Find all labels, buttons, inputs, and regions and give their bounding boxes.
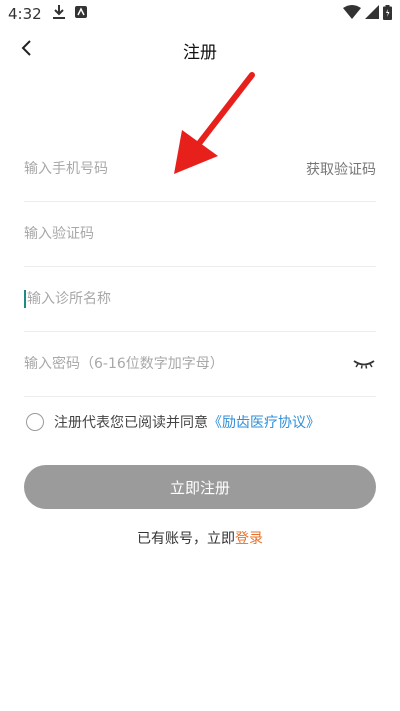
battery-icon — [383, 4, 392, 24]
eye-closed-icon — [353, 355, 375, 374]
signal-icon — [365, 5, 379, 23]
wifi-icon — [343, 5, 361, 23]
password-visibility-toggle[interactable] — [352, 355, 376, 373]
login-prompt: 已有账号，立即 — [137, 531, 235, 547]
phone-input[interactable] — [24, 161, 306, 177]
status-left-icons — [52, 4, 88, 24]
register-button[interactable]: 立即注册 — [24, 465, 376, 509]
code-input[interactable] — [24, 226, 376, 242]
login-link[interactable]: 登录 — [235, 531, 263, 547]
status-bar: 4:32 — [0, 0, 400, 28]
page-title: 注册 — [183, 42, 217, 63]
text-cursor — [24, 290, 26, 308]
get-code-button[interactable]: 获取验证码 — [306, 159, 376, 179]
header: 注册 — [0, 30, 400, 70]
notification-icon — [74, 5, 88, 23]
back-button[interactable] — [12, 36, 40, 64]
code-field — [24, 202, 376, 267]
back-icon — [20, 39, 32, 61]
password-input[interactable] — [24, 356, 352, 372]
download-icon — [52, 4, 66, 24]
clinic-field — [24, 267, 376, 332]
agreement-row: 注册代表您已阅读并同意 《励齿医疗协议》 — [26, 412, 320, 432]
login-row: 已有账号，立即登录 — [0, 528, 400, 548]
password-field — [24, 332, 376, 397]
status-right-icons — [343, 4, 392, 24]
phone-field: 获取验证码 — [24, 137, 376, 202]
agreement-text: 注册代表您已阅读并同意 — [54, 415, 208, 431]
agreement-checkbox[interactable] — [26, 413, 44, 431]
status-time: 4:32 — [8, 5, 42, 23]
agreement-link[interactable]: 《励齿医疗协议》 — [208, 412, 320, 432]
clinic-input[interactable] — [27, 291, 376, 307]
